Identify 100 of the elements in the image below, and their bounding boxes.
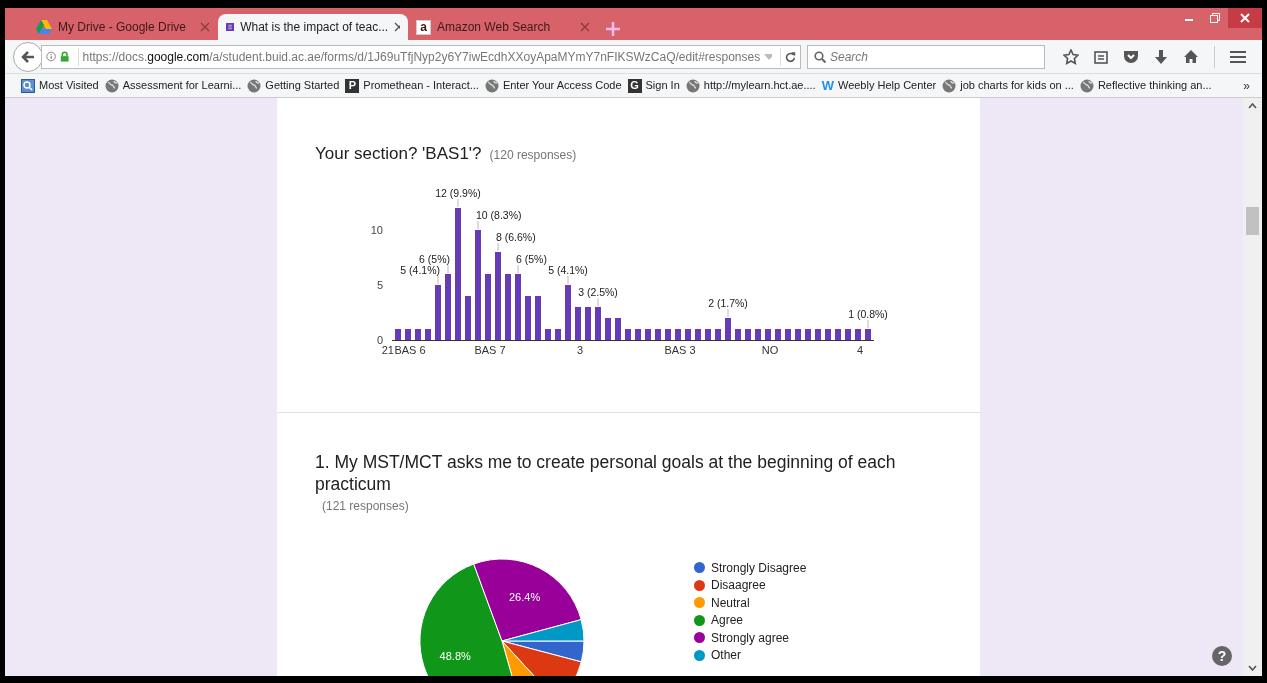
bar	[635, 328, 641, 340]
x-tick-label: 21	[381, 343, 394, 356]
bar	[805, 328, 811, 340]
data-label: 1 (0.8%)	[848, 307, 888, 320]
slice-label: 48.8%	[439, 650, 471, 663]
weebly-icon: W	[821, 79, 834, 92]
x-tick-label: NO	[761, 343, 779, 356]
close-icon[interactable]	[1240, 13, 1250, 23]
scroll-down-icon[interactable]	[1248, 665, 1257, 671]
back-icon[interactable]	[21, 49, 35, 64]
bar	[675, 328, 681, 340]
data-label: 8 (6.6%)	[496, 230, 536, 251]
bar	[585, 306, 591, 340]
bar	[545, 328, 551, 340]
bar	[845, 328, 851, 340]
bar	[665, 328, 671, 340]
address-bar[interactable]: https://docs.google.com/a/student.buid.ac.ae/forms/d/1J69uTfjNyp2y6Y7iwEcdhXXoyApaMYmY7nFIKSWzCaQ/edit#responses	[41, 44, 801, 69]
search-field[interactable]: Search	[807, 44, 1045, 69]
legend-label: Agree	[711, 612, 744, 630]
bar	[645, 328, 651, 340]
bar	[405, 328, 411, 340]
data-label: 2 (1.7%)	[708, 296, 748, 309]
bar	[515, 273, 521, 340]
data-label: 3 (2.5%)	[578, 285, 618, 306]
scroll-up-icon[interactable]	[1248, 103, 1257, 109]
x-tick-label: BAS 6	[394, 343, 426, 356]
bookmark-link[interactable]: Weebly Help Center	[837, 77, 937, 94]
url-text: https://docs.google.com/a/student.buid.ac.ae/forms/d/1J69uTfjNyp2y6Y7iwEcdhXXoyApaMYmY7nFIKSWzCaQ/edit#responses	[77, 47, 761, 66]
data-label: 3 (2.5%)	[578, 285, 618, 298]
restore-icon[interactable]	[1210, 13, 1220, 23]
response-count: (121 responses)	[322, 498, 410, 515]
data-label: 6 (5%)	[516, 252, 547, 273]
bookmarks-folder-icon	[21, 78, 35, 93]
bar	[725, 317, 731, 340]
reload-icon[interactable]	[785, 49, 796, 64]
x-tick-label: BAS 7	[474, 343, 506, 356]
bookmark-link[interactable]: Enter Your Access Code	[502, 77, 622, 94]
globe-icon	[942, 78, 957, 93]
bookmark-link[interactable]: Most Visited	[39, 77, 99, 94]
star-icon[interactable]	[1063, 48, 1079, 65]
bar	[715, 328, 721, 340]
bar	[815, 328, 821, 340]
data-label: 10 (8.3%)	[476, 208, 522, 229]
letter-icon: G	[627, 78, 642, 93]
letter-icon: P	[345, 78, 360, 93]
bookmark-link[interactable]: Getting Started	[265, 77, 340, 94]
menu-icon[interactable]	[1230, 49, 1246, 64]
bar	[575, 306, 581, 340]
data-label: 5 (4.1%)	[400, 263, 440, 276]
amazon-icon: a	[416, 19, 431, 35]
download-icon[interactable]	[1154, 48, 1168, 65]
more-bookmarks-button[interactable]: »	[1243, 76, 1250, 95]
scrollbar[interactable]	[1243, 98, 1262, 676]
y-tick-label: 5	[376, 278, 383, 291]
browser-tab[interactable]: a Amazon Web Search	[408, 14, 598, 40]
bookmark-link[interactable]: job charts for kids on ...	[960, 77, 1074, 94]
reading-list-icon[interactable]	[1094, 49, 1108, 64]
data-label: 10 (8.3%)	[476, 208, 522, 221]
x-tick-label: BAS 3	[664, 343, 696, 356]
search-icon	[814, 50, 826, 63]
bar	[825, 328, 831, 340]
search-input[interactable]: Search	[830, 47, 1030, 66]
bar	[785, 328, 791, 340]
bar	[755, 328, 761, 340]
bookmark-link[interactable]: Reflective thinking an...	[1097, 77, 1212, 94]
back-button[interactable]	[13, 41, 43, 72]
bar	[865, 328, 871, 340]
info-icon[interactable]	[46, 50, 57, 63]
bar	[395, 328, 401, 340]
data-label: 5 (4.1%)	[400, 263, 440, 284]
slice-label: 26.4%	[509, 591, 541, 604]
browser-tab[interactable]: My Drive - Google Drive	[28, 14, 218, 40]
data-label: 5 (4.1%)	[548, 263, 588, 284]
legend-label: Other	[711, 647, 741, 665]
bar	[765, 328, 771, 340]
bar	[745, 328, 751, 340]
bar	[535, 295, 541, 340]
home-icon[interactable]	[1183, 49, 1199, 64]
data-label: 5 (4.1%)	[548, 263, 588, 276]
bar	[855, 328, 861, 340]
browser-tab[interactable]: What is the impact of teac...	[218, 14, 408, 40]
bookmark-link[interactable]: http://mylearn.hct.ae....	[703, 77, 816, 94]
question-title: Your section? 'BAS1'?	[315, 143, 482, 165]
close-button[interactable]	[1228, 8, 1262, 28]
bar	[795, 328, 801, 340]
bookmark-link[interactable]: Promethean - Interact...	[363, 77, 479, 94]
pocket-icon[interactable]	[1123, 49, 1139, 64]
data-label: 8 (6.6%)	[496, 230, 536, 243]
legend-label: Neutral	[711, 594, 750, 612]
tab-title: Amazon Web Search	[437, 19, 552, 36]
help-button[interactable]: ?	[1212, 646, 1232, 666]
drive-icon	[36, 20, 52, 34]
bar	[615, 317, 621, 340]
bar	[525, 295, 531, 340]
bookmark-link[interactable]: Assessment for Learni...	[122, 77, 242, 94]
bar	[415, 328, 421, 340]
bar	[705, 328, 711, 340]
bookmark-link[interactable]: Sign In	[645, 77, 680, 94]
scroll-thumb[interactable]	[1246, 207, 1259, 235]
bar	[735, 328, 741, 340]
